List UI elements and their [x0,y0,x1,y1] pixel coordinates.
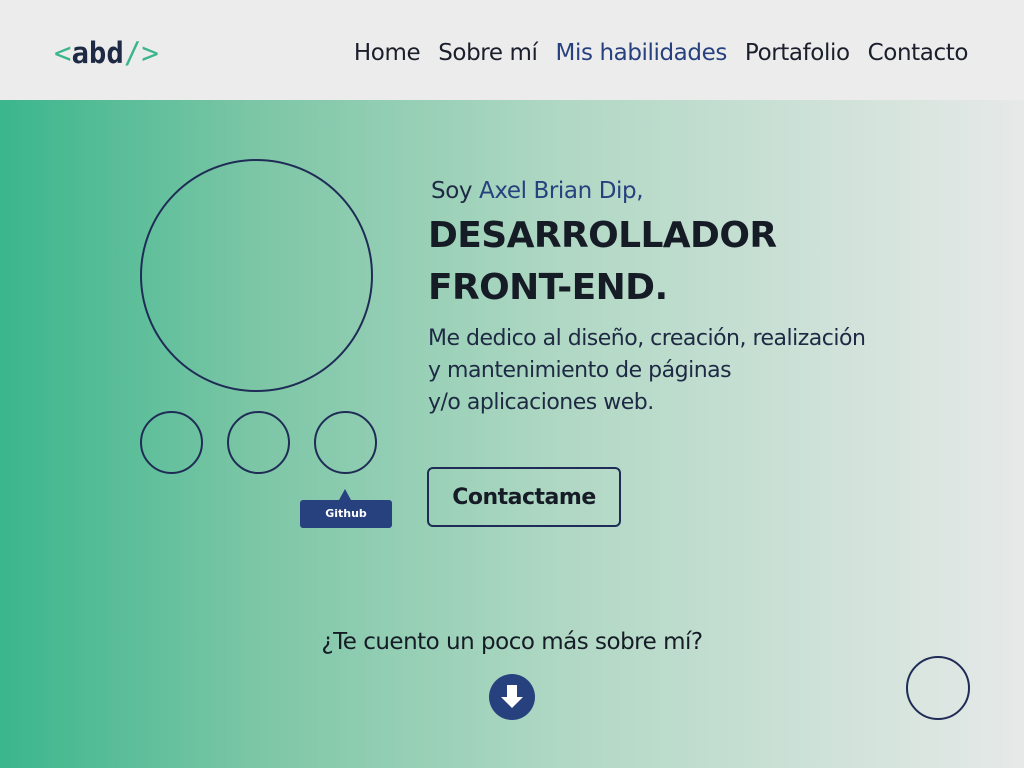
site-logo[interactable]: <abd/> [54,36,159,70]
description-line-2: y mantenimiento de páginas [428,358,732,383]
description-line-1: Me dedico al diseño, creación, realizaci… [428,326,866,351]
logo-text: abd [71,36,124,70]
more-about-me-text: ¿Te cuento un poco más sobre mí? [321,629,703,655]
hero-title-line-1: DESARROLLADOR [428,215,777,256]
nav-sobre-mi[interactable]: Sobre mí [438,38,538,68]
logo-open-bracket: < [54,36,72,70]
logo-close-bracket: /> [123,36,159,70]
contact-button[interactable]: Contactame [427,467,621,527]
site-header: <abd/> Home Sobre mí Mis habilidades Por… [0,0,1024,100]
intro-name: Axel Brian Dip, [479,178,644,204]
hero-description: Me dedico al diseño, creación, realizaci… [428,323,908,419]
social-link-2[interactable] [227,411,290,474]
intro-text: Soy Axel Brian Dip, [431,176,644,206]
hero-title: DESARROLLADOR FRONT-END. [428,210,777,314]
hero-title-line-2: FRONT-END. [428,267,668,308]
arrow-down-icon [501,685,523,708]
nav-mis-habilidades[interactable]: Mis habilidades [556,38,728,68]
github-tooltip: Github [300,489,392,528]
profile-avatar [140,159,373,392]
description-line-3: y/o aplicaciones web. [428,390,654,415]
main-nav: Home Sobre mí Mis habilidades Portafolio… [354,38,968,68]
floating-circle-button[interactable] [906,656,970,720]
nav-home[interactable]: Home [354,38,421,68]
social-link-github[interactable] [314,411,377,474]
nav-contacto[interactable]: Contacto [868,38,969,68]
social-link-1[interactable] [140,411,203,474]
nav-portafolio[interactable]: Portafolio [745,38,850,68]
intro-prefix: Soy [431,178,479,204]
scroll-down-button[interactable] [489,674,535,720]
